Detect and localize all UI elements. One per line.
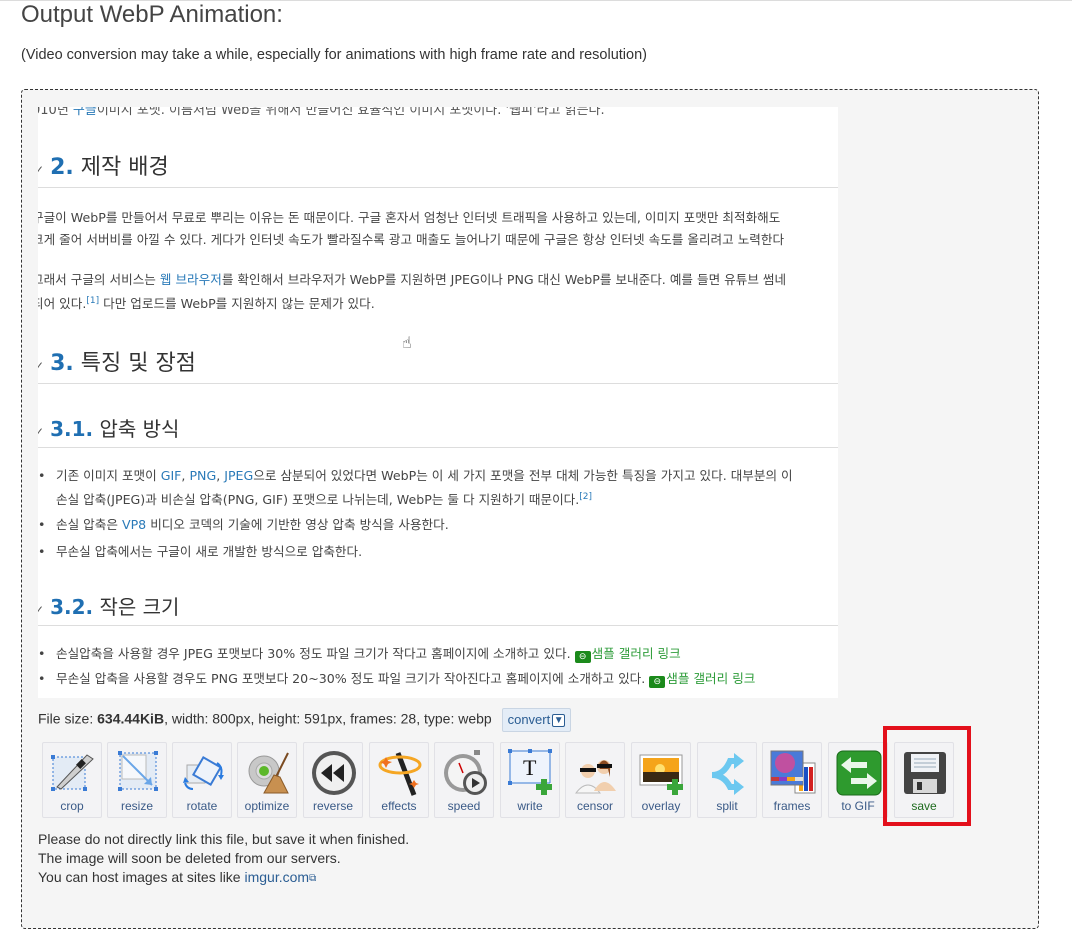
svg-text:T: T <box>523 755 537 780</box>
heading-section-3-1: ✓ 3.1. 압축 방식 <box>38 413 179 442</box>
footer-line-1: Please do not directly link this file, b… <box>38 831 410 847</box>
heading-section-2: ✓ 2. 제작 배경 <box>38 149 169 181</box>
link-jpeg: JPEG <box>224 468 254 483</box>
tool-frames-button[interactable]: frames <box>762 742 822 818</box>
tool-optimize-button[interactable]: optimize <box>237 742 297 818</box>
frames-icon <box>770 750 816 794</box>
tool-crop-button[interactable]: crop <box>42 742 102 818</box>
heading-rule <box>38 447 838 448</box>
text-write-icon: T <box>508 749 552 795</box>
paragraph-line: 구글이 WebP를 만들어서 무료로 뿌리는 이유는 돈 때문이다. 구글 혼자… <box>38 210 781 225</box>
heading-rule <box>38 625 838 626</box>
heading-rule <box>38 383 838 384</box>
list-item: • 무손실 압축에서는 구글이 새로 개발한 방식으로 압축한다. <box>38 544 363 559</box>
convert-button[interactable]: convert ▼ <box>501 708 572 732</box>
tool-speed-button[interactable]: speed <box>434 742 494 818</box>
file-info: File size: 634.44KiB, width: 800px, heig… <box>38 708 572 732</box>
paragraph-line: 되어 있다.[1] 다만 업로드를 WebP를 지원하지 않는 문제가 있다. <box>38 296 375 312</box>
rewind-icon <box>312 751 356 795</box>
convert-arrows-icon <box>836 750 882 796</box>
link-sample-gallery: 샘플 갤러리 링크 <box>666 671 756 686</box>
chevron-icon: ✓ <box>38 359 45 373</box>
rotate-icon <box>183 755 224 790</box>
list-item: • 무손실 압축을 사용할 경우도 PNG 포맷보다 20~30% 정도 파일 크… <box>38 671 756 688</box>
conversion-note: (Video conversion may take a while, espe… <box>21 47 647 63</box>
stopwatch-icon <box>444 750 487 795</box>
link-chain-icon: ⊖ <box>574 651 591 663</box>
link-sample-gallery: 샘플 갤러리 링크 <box>591 646 681 661</box>
link-gif: GIF <box>160 468 182 483</box>
tool-write-button[interactable]: T write <box>500 742 560 818</box>
link-google: 구글 <box>72 107 97 118</box>
tool-reverse-button[interactable]: reverse <box>303 742 363 818</box>
page-title: Output WebP Animation: <box>21 1 283 28</box>
footnote-ref: [1] <box>86 296 100 306</box>
link-web-browser: 웹 브라우저 <box>159 272 222 287</box>
split-arrows-icon <box>711 753 744 795</box>
footer-line-2: The image will soon be deleted from our … <box>38 850 341 866</box>
footer-line-3: You can host images at sites like imgur.… <box>38 868 409 888</box>
crop-icon <box>51 754 94 791</box>
list-item: • 손실압축을 사용할 경우 JPEG 포맷보다 30% 정도 파일 크기가 작다… <box>38 646 681 663</box>
resize-icon <box>118 751 158 791</box>
heading-rule <box>38 187 838 188</box>
tool-to-gif-button[interactable]: to GIF <box>828 742 888 818</box>
heading-section-3-2: ✓ 3.2. 작은 크기 <box>38 591 179 620</box>
cut-off-text-line: 010년 구글이미지 포맷. 이름처럼 Web을 위해서 만들어진 효율적인 이… <box>38 107 605 118</box>
tool-censor-button[interactable]: censor <box>565 742 625 818</box>
chevron-icon: ✓ <box>38 163 45 177</box>
paragraph-line: 그래서 구글의 서비스는 웹 브라우저를 확인해서 브라우저가 WebP를 지원… <box>38 272 787 287</box>
footnote-ref: [2] <box>579 492 593 502</box>
tool-split-button[interactable]: split <box>697 742 757 818</box>
link-chain-icon: ⊖ <box>649 676 666 688</box>
list-item: • 손실 압축은 VP8 비디오 코덱의 기술에 기반한 영상 압축 방식을 사용… <box>38 517 449 532</box>
list-item-continuation: 손실 압축(JPEG)과 비손실 압축(PNG, GIF) 포맷으로 나뉘는데,… <box>56 492 593 508</box>
tool-overlay-button[interactable]: overlay <box>631 742 691 818</box>
hand-cursor-icon: ☝ <box>402 333 412 352</box>
tool-rotate-button[interactable]: rotate <box>172 742 232 818</box>
censor-people-icon <box>574 760 616 794</box>
tool-effects-button[interactable]: effects <box>369 742 429 818</box>
link-png: PNG <box>189 468 217 483</box>
save-highlight-box <box>883 726 971 826</box>
webp-animation-preview[interactable]: 010년 구글이미지 포맷. 이름처럼 Web을 위해서 만들어진 효율적인 이… <box>38 107 838 698</box>
paragraph-line: 크게 줄어 서버비를 아낄 수 있다. 게다가 인터넷 속도가 빨라질수록 광고… <box>38 232 785 247</box>
heading-section-3: ✓ 3. 특징 및 장점 <box>38 345 196 377</box>
optimize-broom-icon <box>248 752 289 794</box>
list-item: • 기존 이미지 포맷이 GIF, PNG, JPEG으로 삼분되어 있었다면 W… <box>38 468 793 483</box>
dropdown-arrow-icon: ▼ <box>552 714 566 727</box>
tool-resize-button[interactable]: resize <box>107 742 167 818</box>
file-size: 634.44KiB <box>97 710 165 727</box>
footer-notes: Please do not directly link this file, b… <box>38 830 409 888</box>
external-link-icon: ⧉ <box>309 873 317 884</box>
chevron-icon: ✓ <box>38 603 45 617</box>
link-vp8: VP8 <box>121 517 147 532</box>
overlay-image-icon <box>639 754 683 795</box>
imgur-link[interactable]: imgur.com <box>245 869 310 885</box>
magic-wand-icon <box>378 752 422 796</box>
chevron-icon: ✓ <box>38 425 45 439</box>
